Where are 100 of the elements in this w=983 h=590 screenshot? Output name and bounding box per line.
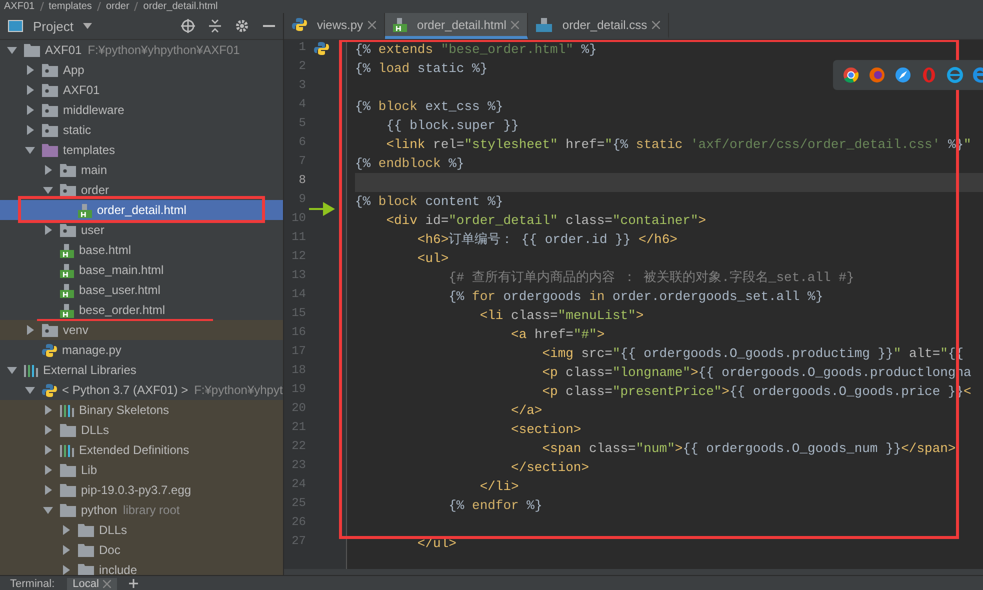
code-line: </a> xyxy=(510,402,542,420)
tree-item[interactable]: base_user.html xyxy=(0,280,283,300)
tree-item[interactable]: App xyxy=(0,60,283,80)
collapsed-caret-icon[interactable] xyxy=(25,65,35,75)
settings-icon[interactable] xyxy=(235,19,249,33)
tree-item[interactable]: AXF01 xyxy=(0,80,283,100)
library-bars-icon xyxy=(24,364,38,376)
collapsed-caret-icon[interactable] xyxy=(43,465,53,475)
collapsed-caret-icon[interactable] xyxy=(61,545,71,555)
library-bars-icon xyxy=(60,404,74,416)
collapsed-caret-icon[interactable] xyxy=(61,525,71,535)
expand-caret-icon[interactable] xyxy=(7,45,17,55)
editor-tab[interactable]: order_detail.css xyxy=(528,13,670,39)
line-number: 8 xyxy=(298,173,306,189)
editor-tab[interactable]: order_detail.html xyxy=(385,13,528,39)
tree-item[interactable]: DLLs xyxy=(0,420,283,440)
tree-item[interactable]: < Python 3.7 (AXF01) > F:¥python¥yhpyt xyxy=(0,380,283,400)
tree-item[interactable]: DLLs xyxy=(0,520,283,540)
add-icon[interactable] xyxy=(128,579,138,588)
tree-item[interactable]: base.html xyxy=(0,240,283,260)
tree-item[interactable]: Extended Definitions xyxy=(0,440,283,460)
python-logo-icon xyxy=(292,17,307,32)
html-file-icon xyxy=(60,282,74,298)
breadcrumb-item[interactable]: order_detail.html xyxy=(143,1,218,12)
expand-caret-icon[interactable] xyxy=(43,185,53,195)
collapsed-caret-icon[interactable] xyxy=(25,125,35,135)
expand-caret-icon[interactable] xyxy=(43,505,53,515)
collapsed-caret-icon[interactable] xyxy=(25,85,35,95)
library-bars-icon xyxy=(60,444,74,456)
code-line: <div id="order_detail" class="container"> xyxy=(385,212,706,230)
html-file-icon xyxy=(60,302,74,318)
code-line: {{ block.super }} xyxy=(385,117,519,135)
tree-item[interactable]: Binary Skeletons xyxy=(0,400,283,420)
code-line: <h6>订单编号： {{ order.id }} </h6> xyxy=(416,231,678,249)
collapsed-caret-icon[interactable] xyxy=(43,405,53,415)
dropdown-caret-icon[interactable] xyxy=(83,23,92,29)
arrow-icon xyxy=(309,202,335,216)
collapsed-caret-icon[interactable] xyxy=(43,425,53,435)
tree-item[interactable]: templates xyxy=(0,140,283,160)
code-line: {% for ordergoods in order.ordergoods_set.all %} xyxy=(448,288,824,306)
tree-item[interactable]: base_main.html xyxy=(0,260,283,280)
tree-item[interactable]: manage.py xyxy=(0,340,283,360)
tree-item[interactable]: Doc xyxy=(0,540,283,560)
html-file-icon xyxy=(78,202,92,218)
code-line: {% block ext_css %} xyxy=(355,98,504,116)
close-icon[interactable] xyxy=(368,20,376,28)
tree-item[interactable]: AXF01 F:¥python¥yhpython¥AXF01 xyxy=(0,40,283,60)
collapsed-caret-icon[interactable] xyxy=(25,105,35,115)
crosshair-icon[interactable] xyxy=(181,19,195,33)
code-line: <a href="#"> xyxy=(510,326,605,344)
css-file-icon xyxy=(536,17,552,32)
python-logo-icon xyxy=(42,342,57,358)
tree-item[interactable]: External Libraries xyxy=(0,360,283,380)
collapsed-caret-icon[interactable] xyxy=(43,445,53,455)
expand-caret-icon[interactable] xyxy=(25,145,35,155)
html-file-icon xyxy=(60,242,74,258)
close-icon[interactable] xyxy=(102,580,111,588)
tree-item[interactable]: include xyxy=(0,560,283,575)
breadcrumb-item[interactable]: templates xyxy=(48,1,92,12)
code-line: {% load static %} xyxy=(355,60,488,78)
browser-icon[interactable] xyxy=(843,67,859,83)
code-line: {% block content %} xyxy=(355,193,504,211)
terminal-tab[interactable]: Local xyxy=(66,578,117,590)
tree-item[interactable]: main xyxy=(0,160,283,180)
compass-icon[interactable] xyxy=(895,67,911,83)
collapsed-caret-icon[interactable] xyxy=(25,325,35,335)
tree-item[interactable]: user xyxy=(0,220,283,240)
folder-icon xyxy=(24,44,40,56)
breadcrumb-item[interactable]: AXF01 xyxy=(4,1,35,12)
code-line: <ul> xyxy=(416,250,449,268)
tree-item[interactable]: order_detail.html xyxy=(0,200,283,220)
separator-icon xyxy=(134,2,138,11)
tree-item[interactable]: venv xyxy=(0,320,283,340)
tree-item[interactable]: middleware xyxy=(0,100,283,120)
breadcrumb-item[interactable]: order xyxy=(106,1,130,12)
tree-item[interactable]: static xyxy=(0,120,283,140)
collapse-all-icon[interactable] xyxy=(209,19,221,33)
tree-item[interactable]: Lib xyxy=(0,460,283,480)
code-line: {% endblock %} xyxy=(355,155,464,173)
folder-icon xyxy=(60,464,76,476)
close-icon[interactable] xyxy=(652,20,660,28)
collapsed-caret-icon[interactable] xyxy=(43,165,53,175)
panel-title[interactable]: Project xyxy=(33,18,74,34)
tree-item[interactable]: python library root xyxy=(0,500,283,520)
collapsed-caret-icon[interactable] xyxy=(43,225,53,235)
folder-icon xyxy=(42,144,58,156)
collapsed-caret-icon[interactable] xyxy=(43,485,53,495)
path-label: F:¥python¥yhpython¥AXF01 xyxy=(88,43,240,57)
code-line: </li> xyxy=(478,478,519,496)
expand-caret-icon[interactable] xyxy=(25,385,35,395)
folder-icon xyxy=(60,484,76,496)
code-line: {% endfor %} xyxy=(448,497,542,515)
tree-item[interactable]: order xyxy=(0,180,283,200)
close-icon[interactable] xyxy=(511,20,520,28)
python-logo-icon xyxy=(314,41,329,56)
tree-item[interactable]: pip-19.0.3-py3.7.egg xyxy=(0,480,283,500)
tree-item[interactable]: bese_order.html xyxy=(0,300,283,320)
expand-caret-icon[interactable] xyxy=(7,365,17,375)
panel-window-icon xyxy=(8,20,23,32)
code-line: <span class="num">{{ ordergoods.O_goods_num }}</span> xyxy=(541,440,956,458)
